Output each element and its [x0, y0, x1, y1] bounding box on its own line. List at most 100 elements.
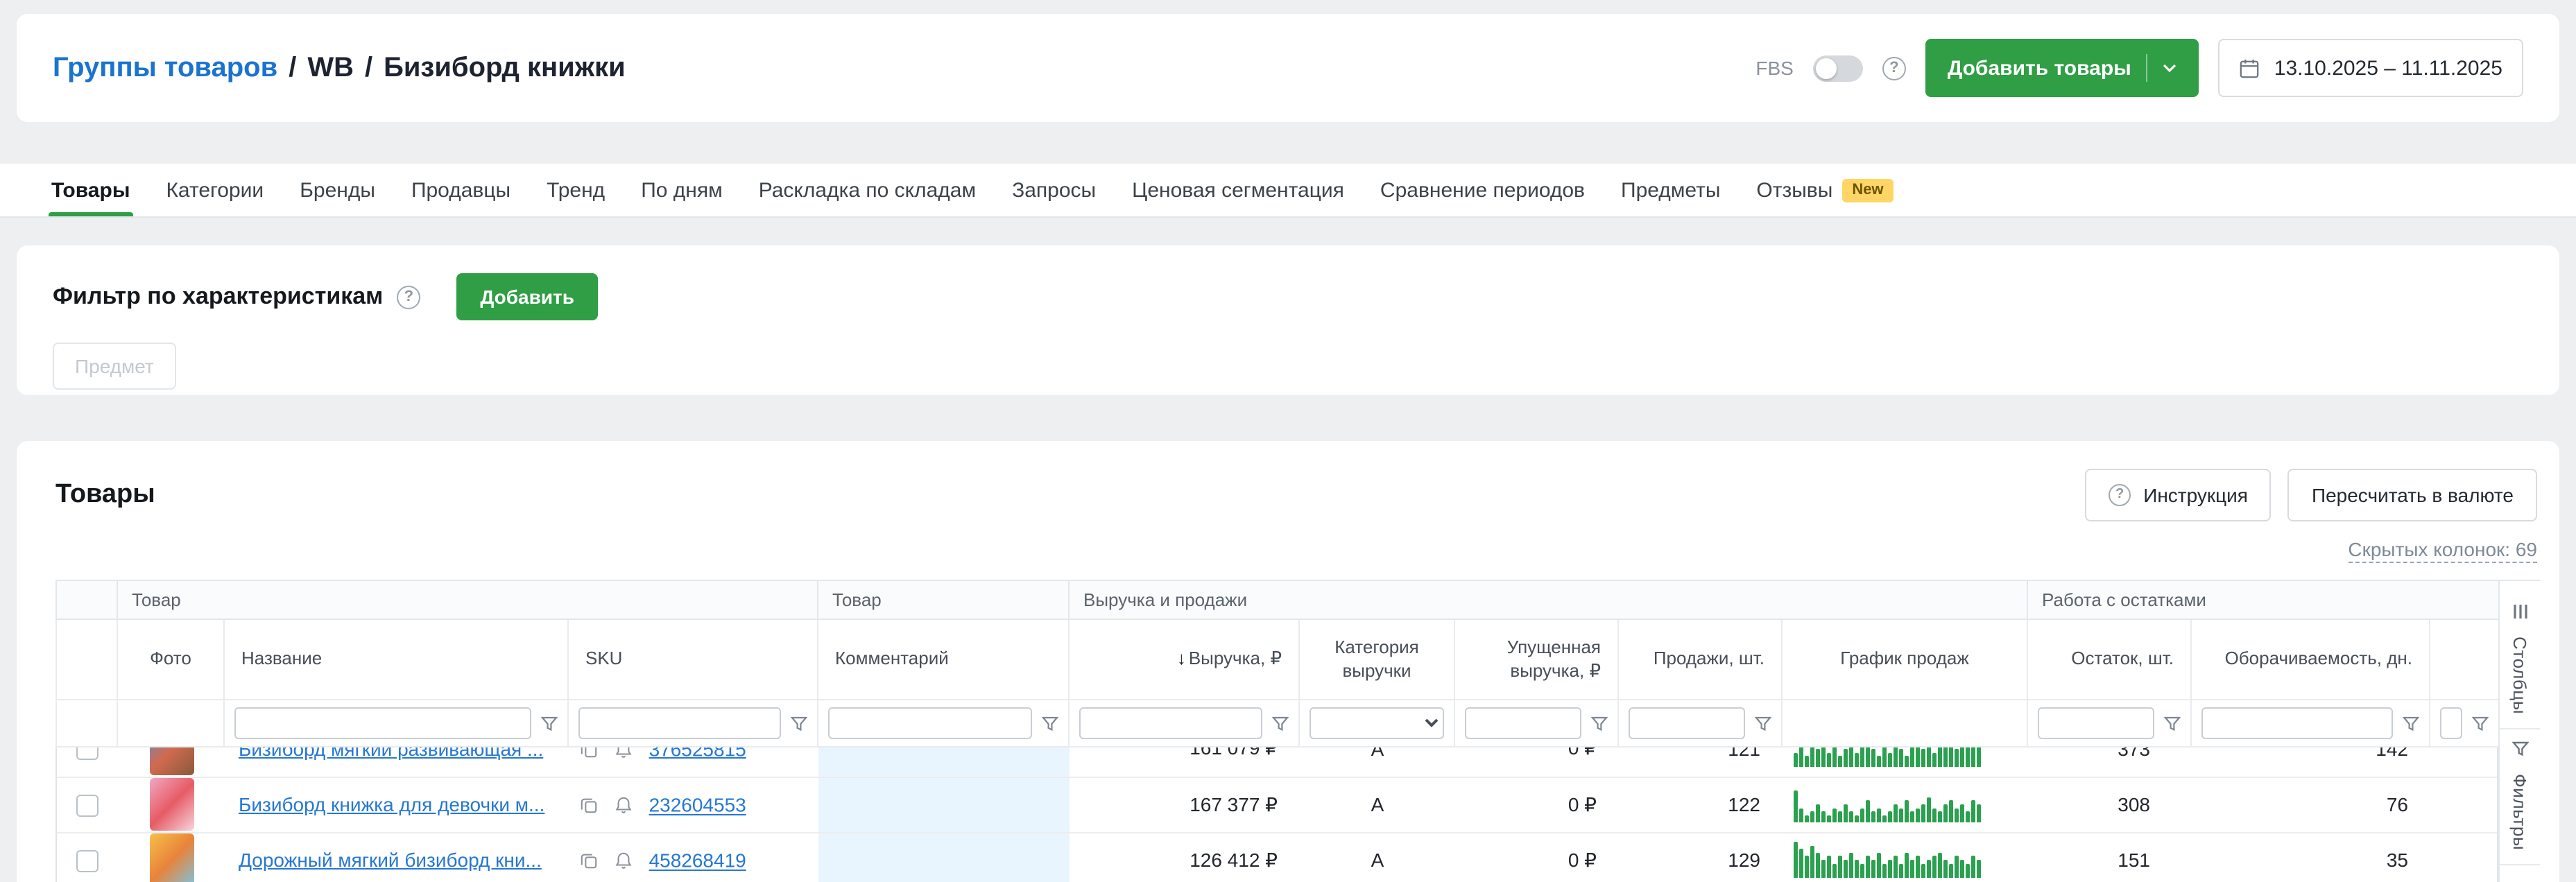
- col-revenue[interactable]: ↓Выручка, ₽: [1069, 619, 1299, 700]
- bell-icon[interactable]: [615, 851, 633, 870]
- help-icon: ?: [2109, 484, 2131, 506]
- lost-revenue-value: 0 ₽: [1455, 832, 1619, 882]
- row-checkbox[interactable]: [76, 849, 98, 872]
- product-photo[interactable]: [149, 747, 194, 775]
- col-lost-revenue[interactable]: Упущенная выручка, ₽: [1454, 619, 1618, 700]
- button-divider: [2147, 54, 2148, 82]
- export-table-button[interactable]: [2500, 865, 2540, 882]
- group-product: Товар: [117, 580, 818, 619]
- tab-раскладка-по-складам[interactable]: Раскладка по складам: [741, 164, 994, 216]
- product-name-link[interactable]: Бизиборд мягкий развивающая ...: [239, 747, 543, 760]
- columns-panel-label: Столбцы: [2509, 637, 2530, 714]
- table-row: Бизиборд мягкий развивающая ... 37652581…: [57, 747, 2498, 777]
- filter-funnel-icon[interactable]: [1042, 715, 1058, 732]
- filter-funnel-icon[interactable]: [541, 715, 558, 732]
- funnel-icon: [2511, 739, 2528, 764]
- col-name[interactable]: Название: [224, 619, 568, 700]
- col-sales-chart: График продаж: [1782, 619, 2027, 700]
- tab-по-дням[interactable]: По дням: [623, 164, 741, 216]
- row-checkbox[interactable]: [76, 747, 98, 761]
- col-sales[interactable]: Продажи, шт.: [1618, 619, 1782, 700]
- revenue-value: 161 079 ₽: [1070, 747, 1300, 777]
- col-comment[interactable]: Комментарий: [818, 619, 1069, 700]
- tab-запросы[interactable]: Запросы: [994, 164, 1114, 216]
- bell-icon[interactable]: [615, 747, 633, 759]
- product-photo[interactable]: [149, 833, 194, 882]
- filter-funnel-icon[interactable]: [1272, 715, 1289, 732]
- tab-предметы[interactable]: Предметы: [1603, 164, 1738, 216]
- clipped-cell: [2430, 832, 2498, 882]
- sku-link[interactable]: 376525815: [649, 747, 746, 761]
- turnover-filter-input[interactable]: [2201, 707, 2393, 739]
- tab-категории[interactable]: Категории: [148, 164, 282, 216]
- fbs-help-icon[interactable]: ?: [1882, 56, 1906, 80]
- filter-funnel-icon[interactable]: [791, 715, 807, 732]
- table-column-header-row: Фото Название SKU Комментарий ↓Выручка, …: [56, 619, 2499, 700]
- breadcrumb-separator: /: [289, 52, 296, 84]
- product-name-link[interactable]: Дорожный мягкий бизиборд кни...: [239, 849, 542, 871]
- stock-value: 373: [2028, 747, 2192, 777]
- tab-товары[interactable]: Товары: [33, 164, 148, 216]
- revenue-category-value: A: [1300, 747, 1455, 777]
- name-filter-input[interactable]: [234, 707, 531, 739]
- col-stock[interactable]: Остаток, шт.: [2027, 619, 2191, 700]
- sales-sparkline: [1794, 786, 2017, 822]
- columns-panel-tab[interactable]: Столбцы: [2500, 592, 2540, 728]
- filters-panel-tab[interactable]: Фильтры: [2500, 729, 2540, 864]
- copy-icon[interactable]: [580, 796, 598, 814]
- breadcrumb-groups-link[interactable]: Группы товаров: [53, 52, 277, 84]
- sku-link[interactable]: 232604553: [649, 794, 746, 816]
- turnover-value: 76: [2192, 777, 2430, 832]
- tab-label: Ценовая сегментация: [1132, 178, 1344, 202]
- product-name-link[interactable]: Бизиборд книжка для девочки м...: [239, 793, 544, 815]
- col-revenue-category[interactable]: Категория выручки: [1299, 619, 1454, 700]
- date-range-picker[interactable]: 13.10.2025 – 11.11.2025: [2219, 39, 2523, 97]
- revenue-category-filter-select[interactable]: [1310, 707, 1444, 739]
- header-controls: FBS ? Добавить товары 13.10.2025 – 11.11…: [1755, 39, 2523, 97]
- stock-filter-input[interactable]: [2038, 707, 2154, 739]
- filter-funnel-icon[interactable]: [1591, 715, 1608, 732]
- tab-отзывы[interactable]: ОтзывыNew: [1738, 164, 1911, 216]
- lost-revenue-filter-input[interactable]: [1465, 707, 1581, 739]
- sales-sparkline: [1794, 842, 2017, 878]
- sku-link[interactable]: 458268419: [649, 849, 746, 872]
- filter-funnel-icon[interactable]: [1755, 715, 1771, 732]
- tab-label: Предметы: [1621, 178, 1720, 202]
- filter-add-button[interactable]: Добавить: [456, 273, 598, 320]
- tab-бренды[interactable]: Бренды: [282, 164, 393, 216]
- filter-funnel-icon[interactable]: [2403, 715, 2419, 732]
- filter-funnel-icon[interactable]: [2472, 715, 2489, 732]
- tab-сравнение-периодов[interactable]: Сравнение периодов: [1362, 164, 1603, 216]
- add-products-button[interactable]: Добавить товары: [1925, 39, 2199, 97]
- recalculate-currency-button[interactable]: Пересчитать в валюте: [2288, 469, 2537, 521]
- row-checkbox[interactable]: [76, 794, 98, 816]
- tab-label: Бренды: [300, 178, 375, 202]
- comment-cell[interactable]: [818, 832, 1070, 882]
- tab-label: По дням: [641, 178, 723, 202]
- col-turnover[interactable]: Оборачиваемость, дн.: [2191, 619, 2430, 700]
- filter-funnel-icon[interactable]: [2164, 715, 2181, 732]
- comment-cell[interactable]: [818, 747, 1070, 777]
- product-photo[interactable]: [149, 778, 194, 831]
- col-photo: Фото: [117, 619, 224, 700]
- tab-ценовая-сегментация[interactable]: Ценовая сегментация: [1114, 164, 1362, 216]
- filter-help-icon[interactable]: ?: [397, 285, 420, 309]
- table-body-scroll[interactable]: Бизиборд мягкий развивающая ... 37652581…: [55, 747, 2498, 882]
- bell-icon[interactable]: [615, 796, 633, 814]
- tab-продавцы[interactable]: Продавцы: [393, 164, 529, 216]
- revenue-value: 126 412 ₽: [1070, 832, 1300, 882]
- revenue-filter-input[interactable]: [1079, 707, 1262, 739]
- copy-icon[interactable]: [580, 851, 598, 870]
- tab-label: Сравнение периодов: [1380, 178, 1585, 202]
- tab-тренд[interactable]: Тренд: [529, 164, 623, 216]
- sales-filter-input[interactable]: [1629, 707, 1745, 739]
- comment-filter-input[interactable]: [828, 707, 1032, 739]
- clipped-filter-input[interactable]: [2440, 707, 2462, 739]
- col-sku[interactable]: SKU: [568, 619, 818, 700]
- hidden-columns-link[interactable]: Скрытых колонок: 69: [2348, 538, 2537, 563]
- sku-filter-input[interactable]: [578, 707, 781, 739]
- fbs-toggle[interactable]: [1813, 55, 1863, 81]
- instruction-button[interactable]: ? Инструкция: [2085, 469, 2272, 521]
- copy-icon[interactable]: [580, 747, 598, 759]
- comment-cell[interactable]: [818, 777, 1070, 832]
